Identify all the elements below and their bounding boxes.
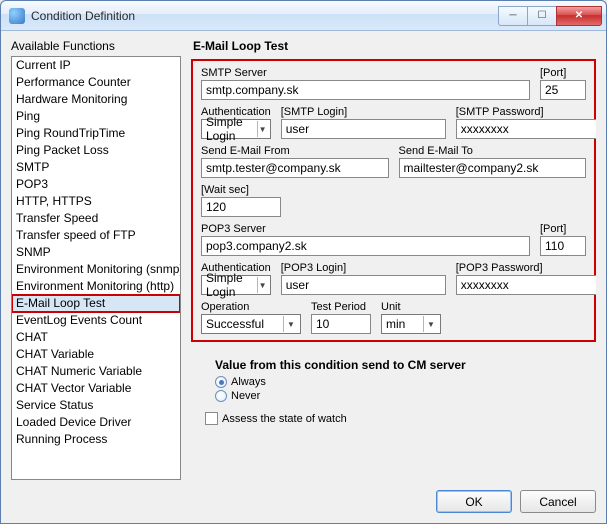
smtp-login-label: [SMTP Login] (281, 106, 446, 118)
send-to-input[interactable] (399, 158, 587, 178)
chevron-down-icon: ▼ (283, 316, 298, 332)
pop3-port-input[interactable] (540, 236, 586, 256)
section-title: E-Mail Loop Test (193, 39, 596, 53)
pop3-login-label: [POP3 Login] (281, 262, 446, 274)
smtp-password-input[interactable] (456, 119, 596, 139)
send-from-input[interactable] (201, 158, 389, 178)
list-item[interactable]: CHAT Numeric Variable (12, 363, 180, 380)
list-item[interactable]: EventLog Events Count (12, 312, 180, 329)
list-item[interactable]: POP3 (12, 176, 180, 193)
chevron-down-icon: ▼ (423, 316, 438, 332)
smtp-auth-value: Simple Login (206, 115, 257, 143)
list-item[interactable]: CHAT Vector Variable (12, 380, 180, 397)
value-send-group: Value from this condition send to CM ser… (191, 352, 596, 429)
available-functions-label: Available Functions (11, 39, 181, 53)
list-item[interactable]: Environment Monitoring (snmp) (12, 261, 180, 278)
chevron-down-icon: ▼ (257, 121, 268, 137)
list-item[interactable]: Environment Monitoring (http) (12, 278, 180, 295)
smtp-auth-combo[interactable]: Simple Login ▼ (201, 119, 271, 139)
list-item[interactable]: Performance Counter (12, 74, 180, 91)
pop3-server-label: POP3 Server (201, 223, 530, 235)
list-item[interactable]: SMTP (12, 159, 180, 176)
pop3-auth-combo[interactable]: Simple Login ▼ (201, 275, 271, 295)
radio-always[interactable] (215, 376, 227, 388)
radio-never-row[interactable]: Never (215, 390, 588, 402)
list-item[interactable]: Current IP (12, 57, 180, 74)
smtp-port-input[interactable] (540, 80, 586, 100)
close-button[interactable]: ✕ (556, 6, 602, 26)
list-item[interactable]: E-Mail Loop Test (12, 295, 180, 312)
radio-always-row[interactable]: Always (215, 376, 588, 388)
app-icon (9, 8, 25, 24)
list-item[interactable]: CHAT Variable (12, 346, 180, 363)
list-item[interactable]: Service Status (12, 397, 180, 414)
unit-label: Unit (381, 301, 441, 313)
radio-never-label: Never (231, 390, 260, 402)
radio-always-label: Always (231, 376, 266, 388)
pop3-login-input[interactable] (281, 275, 446, 295)
right-panel: E-Mail Loop Test SMTP Server [Port] (191, 39, 596, 480)
cancel-button[interactable]: Cancel (520, 490, 596, 513)
wait-sec-input[interactable] (201, 197, 281, 217)
assess-checkbox-row[interactable]: Assess the state of watch (205, 412, 588, 425)
pop3-password-label: [POP3 Password] (456, 262, 596, 274)
titlebar[interactable]: Condition Definition ─ ☐ ✕ (1, 1, 606, 31)
assess-checkbox[interactable] (205, 412, 218, 425)
maximize-button[interactable]: ☐ (527, 6, 557, 26)
minimize-button[interactable]: ─ (498, 6, 528, 26)
send-from-label: Send E-Mail From (201, 145, 389, 157)
functions-listbox[interactable]: Current IPPerformance CounterHardware Mo… (11, 56, 181, 480)
client-area: Available Functions Current IPPerformanc… (1, 31, 606, 523)
unit-combo[interactable]: min ▼ (381, 314, 441, 334)
list-item[interactable]: CHAT (12, 329, 180, 346)
list-item[interactable]: SNMP (12, 244, 180, 261)
pop3-password-input[interactable] (456, 275, 596, 295)
list-item[interactable]: Running Process (12, 431, 180, 448)
list-item[interactable]: Ping RoundTripTime (12, 125, 180, 142)
list-item[interactable]: Hardware Monitoring (12, 91, 180, 108)
assess-label: Assess the state of watch (222, 413, 347, 425)
operation-value: Successful (206, 317, 264, 331)
list-item[interactable]: Ping (12, 108, 180, 125)
pop3-auth-value: Simple Login (206, 271, 257, 299)
pop3-server-input[interactable] (201, 236, 530, 256)
value-send-title: Value from this condition send to CM ser… (199, 358, 588, 372)
window-title: Condition Definition (31, 9, 499, 23)
operation-combo[interactable]: Successful ▼ (201, 314, 301, 334)
dialog-window: Condition Definition ─ ☐ ✕ Available Fun… (0, 0, 607, 524)
chevron-down-icon: ▼ (257, 277, 268, 293)
operation-label: Operation (201, 301, 301, 313)
list-item[interactable]: Transfer Speed (12, 210, 180, 227)
form-frame: SMTP Server [Port] Authentication Si (191, 59, 596, 342)
list-item[interactable]: HTTP, HTTPS (12, 193, 180, 210)
smtp-password-label: [SMTP Password] (456, 106, 596, 118)
pop3-port-label: [Port] (540, 223, 586, 235)
ok-button[interactable]: OK (436, 490, 512, 513)
list-item[interactable]: Loaded Device Driver (12, 414, 180, 431)
test-period-input[interactable] (311, 314, 371, 334)
smtp-port-label: [Port] (540, 67, 586, 79)
list-item[interactable]: Transfer speed of FTP (12, 227, 180, 244)
radio-never[interactable] (215, 390, 227, 402)
wait-sec-label: [Wait sec] (201, 184, 281, 196)
unit-value: min (386, 317, 405, 331)
list-item[interactable]: Ping Packet Loss (12, 142, 180, 159)
test-period-label: Test Period (311, 301, 371, 313)
send-to-label: Send E-Mail To (399, 145, 587, 157)
smtp-server-input[interactable] (201, 80, 530, 100)
smtp-login-input[interactable] (281, 119, 446, 139)
dialog-buttons: OK Cancel (11, 480, 596, 513)
smtp-server-label: SMTP Server (201, 67, 530, 79)
left-panel: Available Functions Current IPPerformanc… (11, 39, 181, 480)
